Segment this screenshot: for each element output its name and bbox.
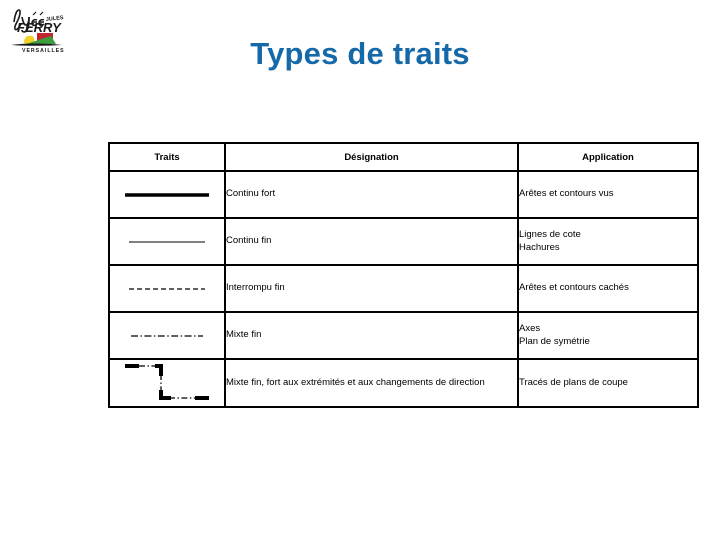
column-header-traits: Traits xyxy=(108,142,226,172)
line-sample-cell xyxy=(108,311,226,360)
table-row: Mixte fin Axes Plan de symétrie xyxy=(108,311,699,360)
page-title: Types de traits xyxy=(250,36,470,71)
continuous-thick-line-icon xyxy=(125,192,209,197)
designation-cell: Mixte fin xyxy=(224,311,519,360)
line-sample-cell xyxy=(108,217,226,266)
table-row: Interrompu fin Arêtes et contours cachés xyxy=(108,264,699,313)
column-header-application: Application xyxy=(517,142,699,172)
continuous-thin-line-icon xyxy=(129,241,205,242)
application-cell: Tracés de plans de coupe xyxy=(517,358,699,408)
table-row: Continu fin Lignes de cote Hachures xyxy=(108,217,699,266)
designation-cell: Continu fin xyxy=(224,217,519,266)
dash-dot-thin-line-icon xyxy=(131,334,203,337)
application-cell: Axes Plan de symétrie xyxy=(517,311,699,360)
designation-cell: Mixte fin, fort aux extrémités et aux ch… xyxy=(224,358,519,408)
column-header-designation: Désignation xyxy=(224,142,519,172)
line-types-table: Traits Désignation Application Continu f… xyxy=(108,142,699,408)
application-cell: Arêtes et contours vus xyxy=(517,170,699,219)
logo-ferry-text: FERRY xyxy=(17,20,62,35)
table-row: Mixte fin, fort aux extrémités et aux ch… xyxy=(108,358,699,408)
application-cell: Lignes de cote Hachures xyxy=(517,217,699,266)
table-row: Continu fort Arêtes et contours vus xyxy=(108,170,699,219)
application-cell: Arêtes et contours cachés xyxy=(517,264,699,313)
cutting-plane-line-icon xyxy=(125,364,209,400)
line-sample-cell xyxy=(108,170,226,219)
line-sample-cell xyxy=(108,264,226,313)
dashed-thin-line-icon xyxy=(129,287,205,290)
designation-cell: Interrompu fin xyxy=(224,264,519,313)
designation-cell: Continu fort xyxy=(224,170,519,219)
table-header-row: Traits Désignation Application xyxy=(108,142,699,172)
line-sample-cell xyxy=(108,358,226,408)
